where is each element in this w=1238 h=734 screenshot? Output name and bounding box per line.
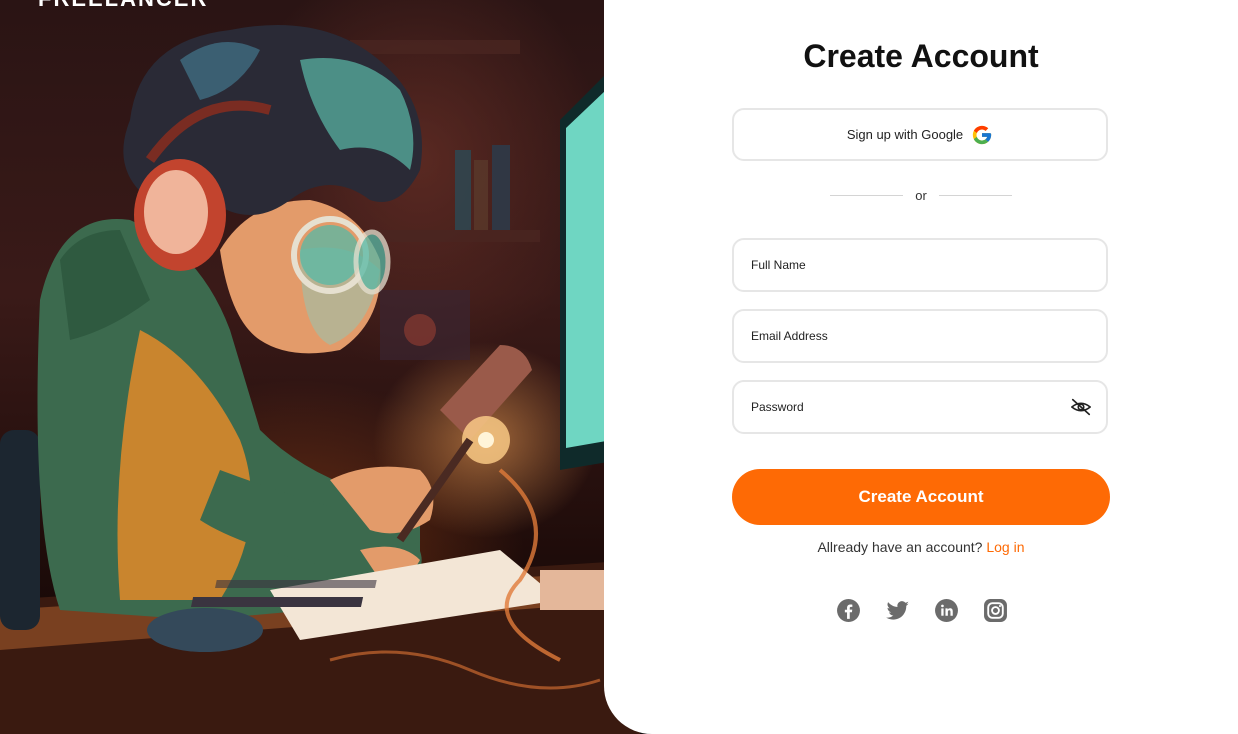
page-title: Create Account bbox=[803, 38, 1039, 74]
or-divider: or bbox=[830, 185, 1012, 205]
divider-text: or bbox=[915, 187, 927, 203]
facebook-icon[interactable] bbox=[836, 598, 861, 623]
email-field bbox=[732, 309, 1108, 363]
email-input[interactable] bbox=[734, 310, 1053, 362]
google-signup-label: Sign up with Google bbox=[846, 127, 964, 142]
twitter-icon[interactable] bbox=[885, 598, 910, 623]
password-field bbox=[732, 380, 1108, 434]
linkedin-icon[interactable] bbox=[934, 598, 959, 623]
full-name-input[interactable] bbox=[734, 239, 1053, 291]
signup-panel: Create Account Sign up with Google or Cr… bbox=[604, 0, 1238, 734]
password-input[interactable] bbox=[734, 381, 1053, 433]
social-links bbox=[836, 596, 1008, 624]
login-prompt-text: Allready have an account? bbox=[817, 539, 983, 555]
brand-logo: FREELANCER bbox=[38, 0, 208, 12]
illustration-art bbox=[0, 25, 640, 734]
full-name-field bbox=[732, 238, 1108, 292]
divider-line-right bbox=[938, 194, 1012, 196]
google-signup-button[interactable]: Sign up with Google bbox=[732, 108, 1108, 161]
create-account-button[interactable]: Create Account bbox=[732, 469, 1110, 525]
instagram-icon[interactable] bbox=[983, 598, 1008, 623]
google-icon bbox=[973, 125, 992, 144]
login-prompt-row: Allready have an account? Log in bbox=[604, 539, 1238, 555]
eye-off-icon[interactable] bbox=[1070, 396, 1092, 418]
divider-line-left bbox=[830, 194, 904, 196]
login-link[interactable]: Log in bbox=[986, 539, 1024, 555]
hero-illustration: FREELANCER bbox=[0, 0, 640, 734]
